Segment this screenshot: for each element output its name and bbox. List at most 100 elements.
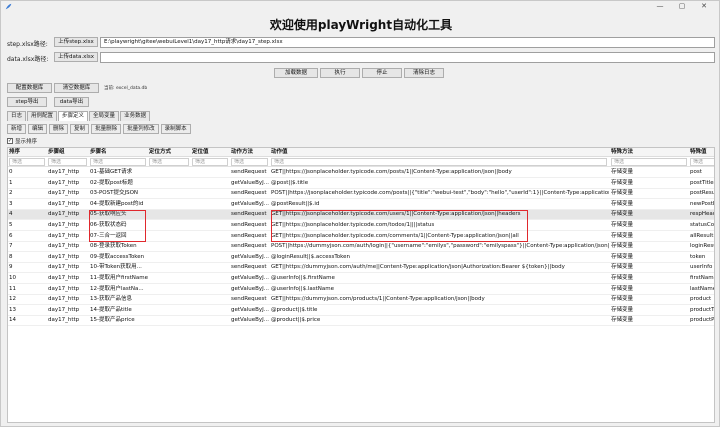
table-row[interactable]: 14 day17_http 15-提取产品price getValueByJ... @p…: [8, 316, 714, 327]
cell-action-value: @post||$.title: [271, 179, 309, 186]
table-row[interactable]: 4 day17_http 05-获取响应头 sendRequest GET||https…: [8, 210, 714, 221]
data-path-input[interactable]: [100, 52, 715, 63]
column-header-step-name[interactable]: 步骤名: [90, 148, 148, 157]
cell-step-name: 11-提取用户firstName: [90, 275, 148, 281]
table-row[interactable]: 5 day17_http 06-获取状态码 sendRequest GET||https…: [8, 221, 715, 231]
cell-step-name: 08-登录获取Token: [90, 243, 137, 250]
cell-action-method: sendRequest: [231, 169, 267, 175]
filter-input-locator-value[interactable]: 筛选: [192, 158, 228, 166]
config-db-button[interactable]: 配置数据库: [7, 83, 52, 93]
column-header-locator-type[interactable]: 定位方式: [149, 148, 191, 157]
column-header-special-value[interactable]: 特殊值: [690, 148, 714, 157]
cell-order: 5: [9, 222, 13, 228]
upload-step-button[interactable]: 上传step.xlsx: [54, 37, 98, 47]
clear-log-button[interactable]: 清除日志: [404, 68, 444, 78]
cell-order: 8: [9, 253, 13, 260]
data-export-button[interactable]: data导出: [54, 97, 89, 107]
cell-special-value: token: [690, 253, 706, 260]
data-path-label: data.xlsx路径:: [7, 56, 49, 63]
table-row[interactable]: 6 day17_http 07-三合一返回 sendRequest GET||https…: [8, 232, 714, 242]
cell-step-name: 03-POST提交JSON: [90, 190, 139, 197]
cell-action-method: getValueByJ...: [231, 179, 270, 186]
batch-edit-column-button[interactable]: 批量列修改: [123, 124, 159, 134]
delete-button[interactable]: 删除: [49, 124, 69, 134]
cell-step-group: day17_http: [48, 222, 80, 228]
cell-action-value: @userInfo||$.firstName: [271, 275, 335, 281]
filter-input-action-method[interactable]: 筛选: [231, 158, 268, 166]
tab-log[interactable]: 日志: [7, 111, 27, 121]
cell-step-name: 01-基础GET请求: [90, 169, 133, 175]
cell-order: 4: [9, 211, 13, 218]
table-row[interactable]: 8 day17_http 09-提取accessToken getValueByJ..…: [8, 253, 714, 263]
maximize-button[interactable]: ▢: [671, 1, 693, 12]
step-path-input[interactable]: E:\playwright\gitee\webuiLevel1\day17_ht…: [100, 37, 715, 48]
add-button[interactable]: 新增: [7, 124, 27, 134]
run-button[interactable]: 执行: [320, 68, 360, 78]
batch-delete-button[interactable]: 批量删除: [91, 124, 122, 134]
filter-input-special-value[interactable]: 筛选: [690, 158, 714, 166]
cell-step-group: day17_http: [48, 211, 80, 218]
step-table: 排序 步骤组 步骤名 定位方式 定位值 动作方法 动作值 特殊方法 特殊值 筛选 筛选 筛选 筛选 筛选…: [7, 147, 715, 423]
cell-step-name: 12-提取用户lastNa...: [90, 285, 144, 292]
record-script-button[interactable]: 录制脚本: [160, 124, 191, 134]
filter-input-step-name[interactable]: 筛选: [90, 158, 146, 166]
minimize-button[interactable]: —: [649, 1, 671, 12]
cell-action-value: @postResult||$.id: [271, 200, 320, 207]
tab-bar: 日志 用例配置 步骤定义 全局变量 业务数据: [7, 111, 151, 121]
show-order-checkbox[interactable]: ✓ 显示排序: [7, 137, 37, 145]
step-export-button[interactable]: step导出: [7, 97, 47, 107]
table-row[interactable]: 13 day17_http 14-提取产品title getValueByJ... @p…: [8, 306, 714, 316]
upload-data-button[interactable]: 上传data.xlsx: [54, 52, 98, 62]
column-header-step-group[interactable]: 步骤组: [48, 148, 89, 157]
column-header-order[interactable]: 排序: [9, 148, 47, 157]
app-window: — ▢ ✕ 欢迎使用playWright自动化工具 step.xlsx路径: 上…: [0, 0, 720, 427]
checkbox-box[interactable]: ✓: [7, 138, 13, 144]
column-header-action-value[interactable]: 动作值: [271, 148, 609, 157]
cell-order: 10: [9, 275, 16, 281]
table-row[interactable]: 0 day17_http 01-基础GET请求 sendRequest GET||htt…: [8, 168, 714, 178]
cell-step-name: 14-提取产品title: [90, 306, 132, 313]
cell-step-group: day17_http: [48, 169, 80, 175]
filter-input-step-group[interactable]: 筛选: [48, 158, 87, 166]
feather-icon: [5, 3, 12, 10]
cell-action-method: getValueByJ...: [231, 200, 270, 207]
edit-button[interactable]: 编辑: [28, 124, 48, 134]
filter-input-locator-type[interactable]: 筛选: [149, 158, 189, 166]
table-row[interactable]: 3 day17_http 04-提取新建post的id getValueByJ... @…: [8, 200, 714, 210]
cell-step-group: day17_http: [48, 264, 80, 271]
cell-special-method: 存储变量: [611, 317, 634, 324]
table-row[interactable]: 1 day17_http 02-提取post标题 getValueByJ... @pos…: [8, 179, 714, 189]
cell-step-group: day17_http: [48, 190, 80, 197]
column-header-special-method[interactable]: 特殊方法: [611, 148, 689, 157]
table-row[interactable]: 11 day17_http 12-提取用户lastNa... getValueByJ.…: [8, 285, 715, 295]
tab-business-data[interactable]: 业务数据: [120, 111, 151, 121]
filter-input-action-value[interactable]: 筛选: [271, 158, 607, 166]
table-row[interactable]: 9 day17_http 10-带Token获取用... sendRequest GET…: [8, 263, 714, 274]
cell-step-group: day17_http: [48, 200, 80, 207]
column-header-locator-value[interactable]: 定位值: [192, 148, 230, 157]
tab-global-vars[interactable]: 全局变量: [89, 111, 120, 121]
filter-input-order[interactable]: 筛选: [9, 158, 45, 166]
tab-case-config[interactable]: 用例配置: [27, 111, 58, 121]
filter-input-special-method[interactable]: 筛选: [611, 158, 687, 166]
clear-db-button[interactable]: 清空数据库: [54, 83, 99, 93]
column-header-action-method[interactable]: 动作方法: [231, 148, 270, 157]
stop-button[interactable]: 停止: [362, 68, 402, 78]
cell-special-value: statusCode: [690, 222, 715, 228]
table-row[interactable]: 12 day17_http 13-获取产品信息 sendRequest GET||htt…: [8, 295, 714, 306]
table-filter-row: 筛选 筛选 筛选 筛选 筛选 筛选 筛选 筛选 筛选: [8, 157, 714, 167]
cell-action-value: GET||https://dummyjson.com/products/1||C…: [271, 296, 485, 303]
cell-special-value: lastName: [690, 285, 715, 292]
table-row[interactable]: 7 day17_http 08-登录获取Token sendRequest POST||…: [8, 242, 714, 253]
close-button[interactable]: ✕: [693, 1, 715, 12]
cell-action-value: GET||https://jsonplaceholder.typicode.co…: [271, 211, 521, 218]
tab-step-definition[interactable]: 步骤定义: [58, 111, 89, 121]
cell-order: 6: [9, 232, 13, 239]
cell-special-method: 存储变量: [611, 275, 634, 281]
table-row[interactable]: 10 day17_http 11-提取用户firstName getValueByJ.…: [8, 274, 714, 284]
load-data-button[interactable]: 加载数据: [274, 68, 318, 78]
table-row[interactable]: 2 day17_http 03-POST提交JSON sendRequest POST|…: [8, 189, 714, 200]
cell-special-value: post: [690, 169, 702, 175]
cell-action-method: sendRequest: [231, 296, 267, 303]
copy-button[interactable]: 复制: [70, 124, 90, 134]
